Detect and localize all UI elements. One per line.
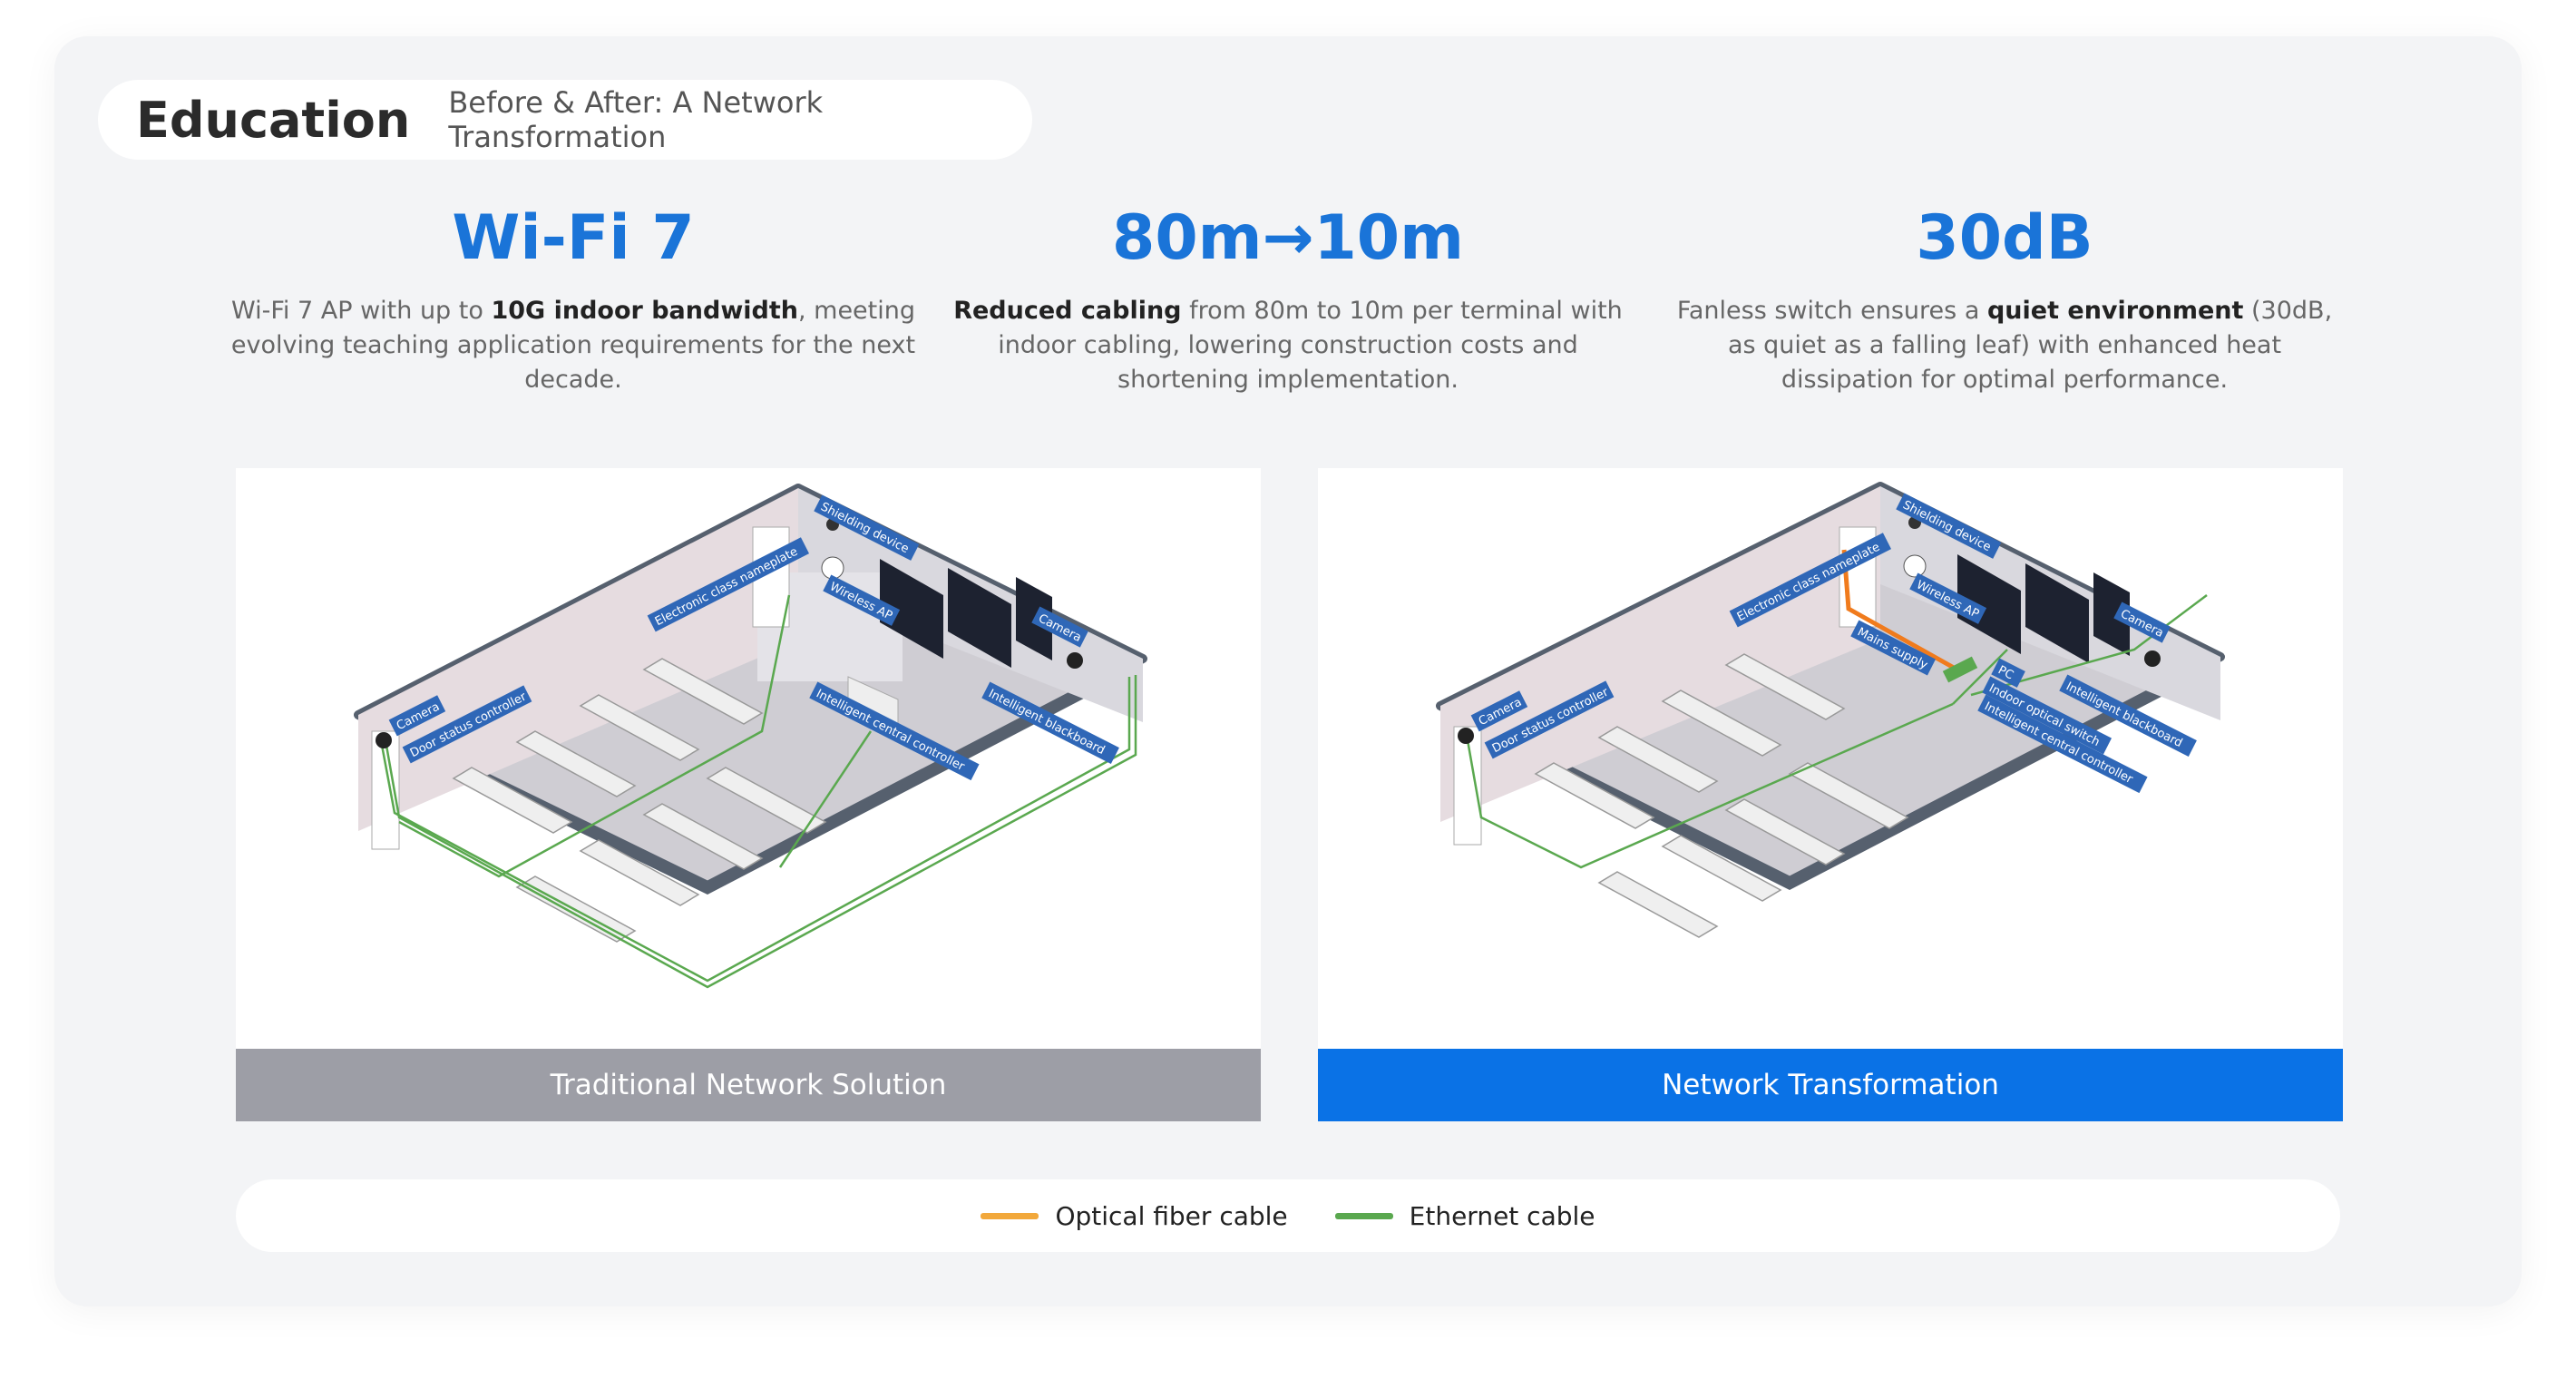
page-subtitle: Before & After: A Network Transformation [448, 85, 824, 154]
legend-label: Optical fiber cable [1055, 1200, 1288, 1231]
legend-label: Ethernet cable [1409, 1200, 1595, 1231]
camera-icon [1067, 652, 1083, 669]
stat-wifi7: Wi-Fi 7 Wi-Fi 7 AP with up to 10G indoor… [229, 200, 918, 397]
panel-caption: Traditional Network Solution [236, 1049, 1261, 1121]
page-title: Education [136, 91, 411, 149]
panel-transformation: Shielding device Electronic class namepl… [1318, 468, 2343, 1121]
stat-value: 80m→10m [1112, 202, 1464, 274]
classroom-illustration-traditional: Shielding device Electronic class namepl… [354, 484, 1147, 989]
classroom-illustration-transformation: Shielding device Electronic class namepl… [1436, 482, 2225, 938]
wifi-icon [1903, 554, 1927, 578]
stat-cabling: 80m→10m Reduced cabling from 80m to 10m … [943, 200, 1633, 397]
stat-description: Fanless switch ensures a quiet environme… [1676, 297, 2333, 394]
camera-icon [2144, 650, 2161, 667]
fiber-swatch [981, 1212, 1039, 1219]
stat-value: 30dB [1916, 202, 2093, 274]
camera-icon [376, 732, 392, 748]
legend-item-ethernet: Ethernet cable [1334, 1200, 1595, 1231]
camera-icon [1458, 728, 1474, 744]
header-pill: Education Before & After: A Network Tran… [98, 80, 1032, 160]
stat-description: Reduced cabling from 80m to 10m per term… [953, 297, 1623, 394]
stat-description: Wi-Fi 7 AP with up to 10G indoor bandwid… [230, 297, 916, 394]
panel-traditional: Shielding device Electronic class namepl… [236, 468, 1261, 1121]
legend: Optical fiber cable Ethernet cable [236, 1179, 2340, 1252]
panel-caption: Network Transformation [1318, 1049, 2343, 1121]
legend-item-optical-fiber: Optical fiber cable [981, 1200, 1288, 1231]
stat-30db: 30dB Fanless switch ensures a quiet envi… [1660, 200, 2349, 397]
stat-value: Wi-Fi 7 [452, 202, 695, 274]
ethernet-swatch [1334, 1212, 1393, 1219]
